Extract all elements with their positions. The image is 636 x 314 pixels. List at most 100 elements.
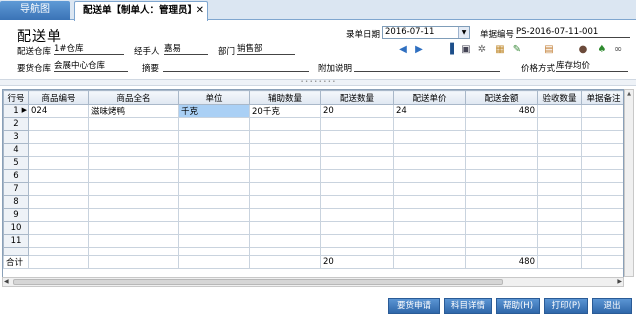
header-cell[interactable]: 配送数量 — [320, 90, 394, 105]
scroll-thumb[interactable] — [13, 279, 503, 285]
edit-icon[interactable]: ✎ — [511, 44, 523, 56]
table-cell[interactable] — [249, 208, 321, 222]
settings-icon[interactable]: ▦ — [494, 44, 506, 56]
table-cell[interactable] — [28, 143, 89, 157]
table-cell[interactable] — [320, 156, 394, 170]
table-cell[interactable]: 24 — [393, 104, 466, 118]
req-warehouse-field[interactable]: 会展中心仓库 — [54, 61, 128, 72]
table-cell[interactable] — [249, 221, 321, 235]
scroll-up-icon[interactable]: ▲ — [625, 90, 633, 99]
table-cell[interactable] — [28, 117, 89, 131]
table-cell[interactable] — [465, 156, 538, 170]
header-cell[interactable]: 验收数量 — [537, 90, 582, 105]
horizontal-scrollbar[interactable]: ◀ ▶ — [2, 277, 624, 287]
header-cell[interactable]: 行号 — [3, 90, 29, 105]
table-cell[interactable] — [581, 195, 623, 209]
table-cell[interactable] — [88, 117, 179, 131]
table-row[interactable]: 6 — [3, 169, 623, 183]
tab-navigation[interactable]: 导航图 — [0, 1, 70, 20]
table-cell[interactable] — [581, 104, 623, 118]
table-row[interactable]: 3 — [3, 130, 623, 144]
table-cell[interactable] — [178, 195, 250, 209]
table-cell[interactable] — [537, 234, 582, 248]
prev-arrow-icon[interactable]: ◀ — [397, 44, 409, 56]
date-picker[interactable]: 2016-07-11 ▼ — [382, 26, 470, 39]
table-cell[interactable] — [88, 208, 179, 222]
chart-icon[interactable]: ▐ — [444, 44, 456, 56]
table-row[interactable]: 9 — [3, 208, 623, 222]
table-cell[interactable] — [249, 234, 321, 248]
table-cell[interactable] — [537, 195, 582, 209]
table-cell[interactable] — [249, 182, 321, 196]
table-cell[interactable] — [320, 143, 394, 157]
table-cell[interactable] — [465, 130, 538, 144]
splitter[interactable]: • • • • • • • • — [0, 79, 636, 86]
chevron-down-icon[interactable]: ▼ — [458, 27, 469, 38]
price-method-field[interactable]: 库存均价 — [556, 61, 628, 72]
scroll-left-icon[interactable]: ◀ — [4, 278, 9, 286]
table-cell[interactable] — [581, 234, 623, 248]
table-cell[interactable] — [28, 221, 89, 235]
table-cell[interactable] — [537, 117, 582, 131]
table-cell[interactable]: 20千克 — [249, 104, 321, 118]
warehouse-field[interactable]: 1#仓库 — [54, 44, 124, 55]
table-cell[interactable] — [393, 156, 466, 170]
table-cell[interactable] — [537, 130, 582, 144]
table-cell[interactable] — [581, 169, 623, 183]
table-cell[interactable] — [178, 156, 250, 170]
table-cell[interactable] — [88, 182, 179, 196]
table-cell[interactable] — [178, 182, 250, 196]
table-cell[interactable] — [465, 169, 538, 183]
table-row[interactable]: 4 — [3, 143, 623, 157]
table-cell[interactable] — [393, 195, 466, 209]
table-cell[interactable] — [320, 182, 394, 196]
table-cell[interactable] — [537, 156, 582, 170]
table-cell[interactable] — [28, 130, 89, 144]
scroll-right-icon[interactable]: ▶ — [617, 278, 622, 286]
handler-field[interactable]: 嘉易 — [164, 44, 208, 55]
table-cell[interactable] — [581, 143, 623, 157]
table-cell[interactable] — [537, 143, 582, 157]
table-cell[interactable] — [249, 169, 321, 183]
table-cell[interactable] — [88, 169, 179, 183]
table-row[interactable]: 10 — [3, 221, 623, 235]
table-cell[interactable] — [320, 234, 394, 248]
table-cell[interactable] — [537, 208, 582, 222]
table-cell[interactable] — [393, 221, 466, 235]
table-cell[interactable] — [393, 130, 466, 144]
table-cell[interactable] — [537, 182, 582, 196]
table-cell[interactable] — [581, 156, 623, 170]
vertical-scrollbar[interactable]: ▲ — [624, 89, 634, 277]
table-cell[interactable] — [88, 221, 179, 235]
table-cell[interactable] — [537, 169, 582, 183]
table-cell[interactable] — [88, 130, 179, 144]
user-icon[interactable]: ● — [577, 44, 589, 56]
table-cell[interactable] — [88, 143, 179, 157]
table-cell[interactable] — [88, 195, 179, 209]
table-cell[interactable] — [178, 169, 250, 183]
table-cell[interactable]: 千克 — [178, 104, 250, 118]
table-row[interactable]: 8 — [3, 195, 623, 209]
summary-field[interactable] — [163, 61, 309, 72]
table-cell[interactable] — [28, 195, 89, 209]
table-row[interactable]: 7 — [3, 182, 623, 196]
table-cell[interactable] — [178, 143, 250, 157]
table-cell[interactable] — [88, 156, 179, 170]
header-cell[interactable]: 商品全名 — [88, 90, 179, 105]
tab-delivery-order[interactable]: 配送单【制单人：管理员】 ✕ — [74, 1, 208, 21]
table-cell[interactable] — [320, 130, 394, 144]
table-cell[interactable] — [537, 221, 582, 235]
package-icon[interactable]: ▤ — [543, 44, 555, 56]
table-cell[interactable] — [320, 195, 394, 209]
table-cell[interactable] — [393, 208, 466, 222]
table-cell[interactable] — [465, 234, 538, 248]
table-cell[interactable] — [28, 156, 89, 170]
table-cell[interactable]: 滋味烤鸭 — [88, 104, 179, 118]
table-cell[interactable] — [465, 182, 538, 196]
table-cell[interactable] — [393, 117, 466, 131]
table-cell[interactable] — [28, 182, 89, 196]
next-arrow-icon[interactable]: ▶ — [413, 44, 425, 56]
table-cell[interactable] — [537, 104, 582, 118]
table-row[interactable]: 5 — [3, 156, 623, 170]
table-cell[interactable] — [178, 208, 250, 222]
